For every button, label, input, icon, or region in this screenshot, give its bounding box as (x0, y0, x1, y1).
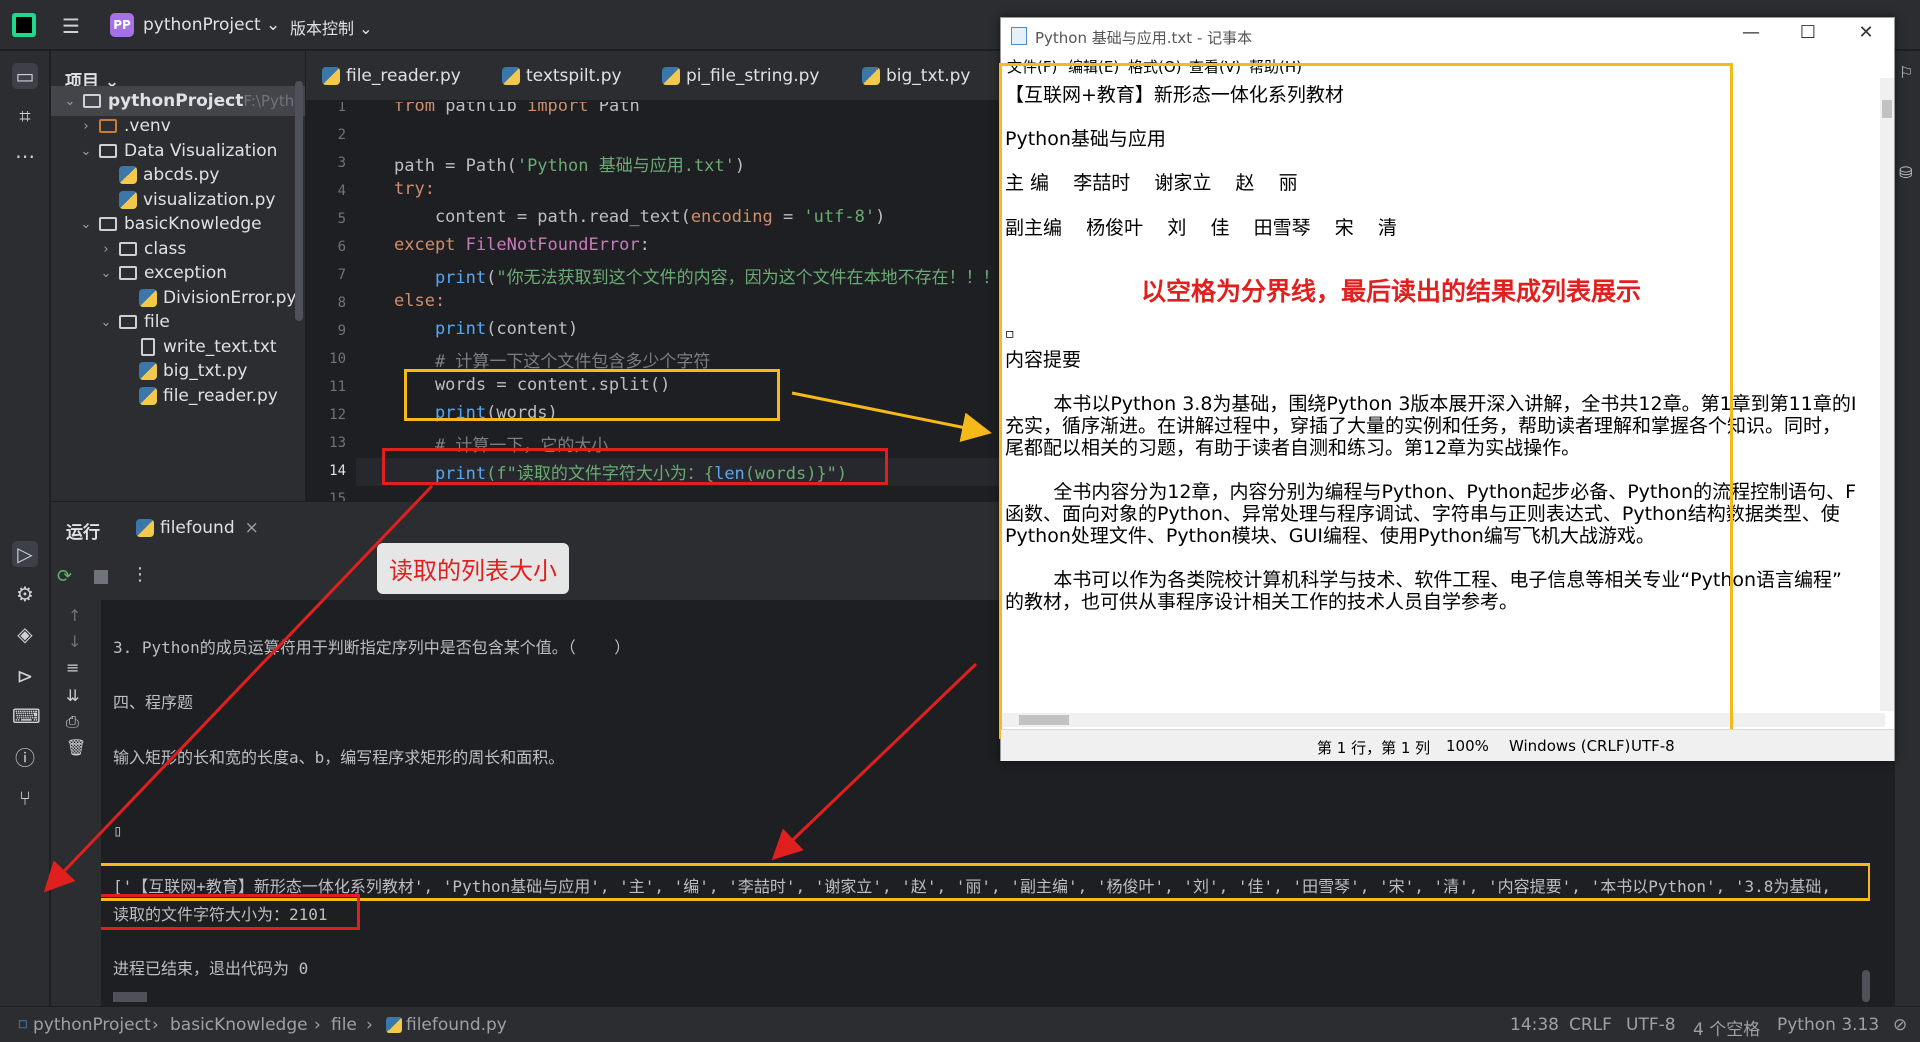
arrow-red-right (771, 662, 978, 861)
annotation-arrows (43, 391, 992, 893)
arrow-yellow (791, 391, 992, 442)
arrow-red-left (43, 484, 434, 893)
